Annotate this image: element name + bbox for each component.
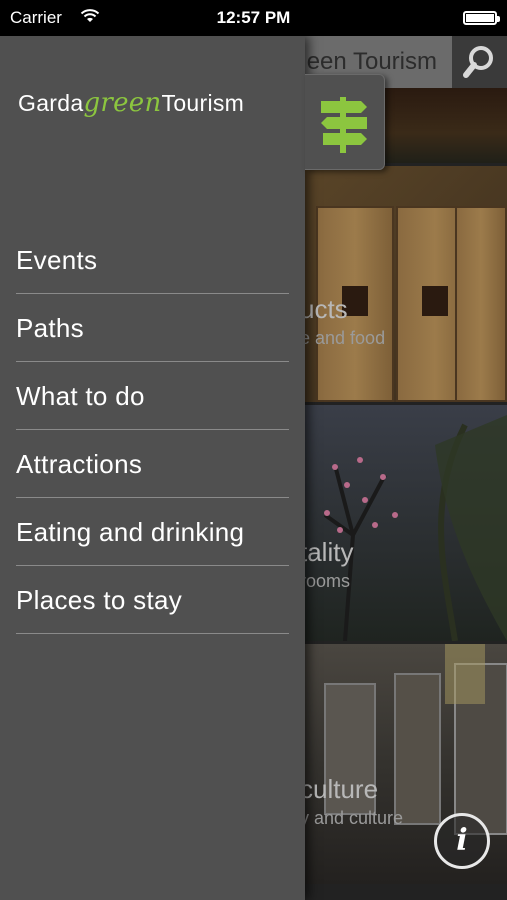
menu-item-events[interactable]: Events (16, 226, 289, 294)
info-icon: i (456, 823, 468, 858)
menu-item-attractions[interactable]: Attractions (16, 430, 289, 498)
side-drawer: GardagreenTourism Events Paths What to d… (0, 36, 305, 900)
menu-item-places-to-stay[interactable]: Places to stay (16, 566, 289, 634)
status-bar: Carrier 12:57 PM (0, 0, 507, 36)
app-logo: GardagreenTourism (18, 88, 244, 118)
logo-text-tourism: Tourism (161, 90, 245, 116)
blossom-tree-image (323, 415, 507, 641)
tile-title: tality (300, 537, 354, 567)
search-button[interactable] (452, 36, 507, 88)
tile-subtitle: y and culture (300, 808, 404, 828)
search-icon (463, 46, 493, 78)
menu-toggle-tab[interactable] (305, 74, 385, 170)
tile-subtitle: e and food (300, 328, 386, 348)
board-image (455, 206, 507, 402)
signpost-icon (321, 97, 367, 153)
logo-text-garda: Garda (18, 90, 84, 116)
battery-icon (463, 11, 500, 25)
tile-title: ucts (300, 294, 348, 324)
menu-item-what-to-do[interactable]: What to do (16, 362, 289, 430)
status-time: 12:57 PM (216, 8, 291, 27)
drawer-menu: Events Paths What to do Attractions Eati… (16, 226, 289, 634)
menu-item-paths[interactable]: Paths (16, 294, 289, 362)
tile-subtitle: rooms (300, 571, 351, 591)
info-button[interactable]: i (434, 813, 490, 869)
menu-item-eating-and-drinking[interactable]: Eating and drinking (16, 498, 289, 566)
tile-title: culture (300, 774, 379, 804)
logo-text-green: green (83, 88, 162, 118)
